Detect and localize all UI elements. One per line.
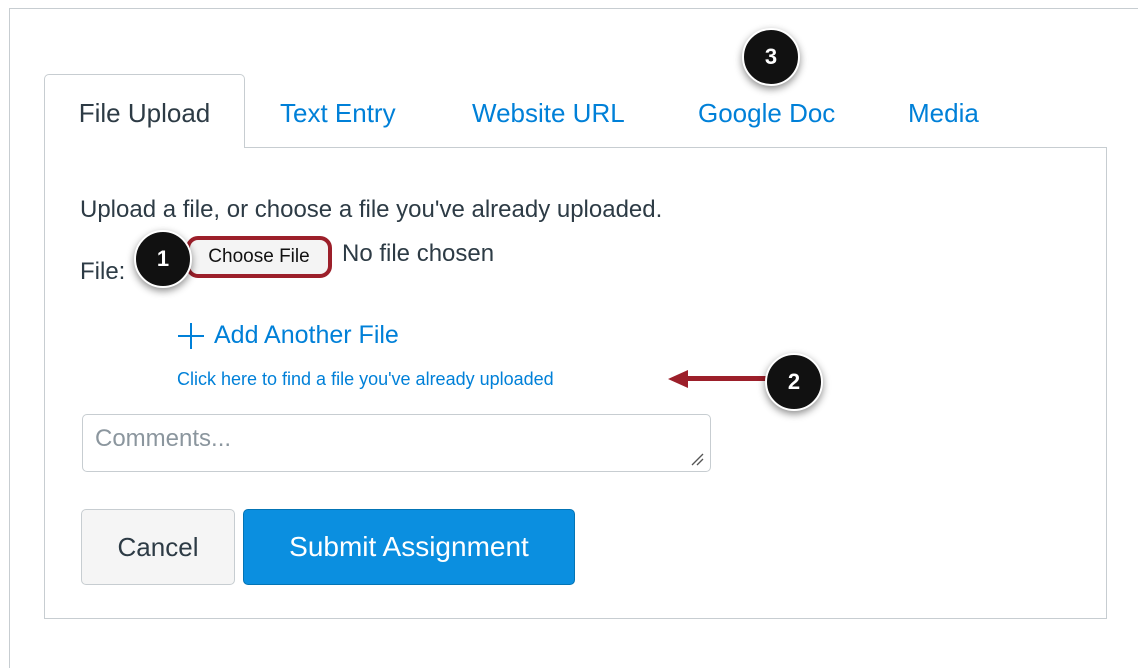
resize-handle-icon[interactable] xyxy=(690,452,704,466)
callout-badge-2: 2 xyxy=(765,353,823,411)
tab-file-upload[interactable]: File Upload xyxy=(44,74,245,148)
tab-media[interactable]: Media xyxy=(908,78,979,148)
plus-icon xyxy=(178,322,204,349)
callout-badge-3: 3 xyxy=(742,28,800,86)
tab-text-entry[interactable]: Text Entry xyxy=(280,78,396,148)
callout-badge-1: 1 xyxy=(134,230,192,288)
comments-field[interactable] xyxy=(82,414,711,472)
tab-website-url[interactable]: Website URL xyxy=(472,78,625,148)
callout-arrow-icon xyxy=(668,370,768,388)
upload-instructions: Upload a file, or choose a file you've a… xyxy=(80,196,663,223)
choose-file-button[interactable]: Choose File xyxy=(186,236,332,278)
no-file-chosen-text: No file chosen xyxy=(342,240,495,267)
submit-assignment-button[interactable]: Submit Assignment xyxy=(243,509,575,585)
tab-google-doc[interactable]: Google Doc xyxy=(698,78,835,148)
add-another-file-link[interactable]: Add Another File xyxy=(178,321,399,350)
file-label: File: xyxy=(80,258,126,285)
find-uploaded-file-link[interactable]: Click here to find a file you've already… xyxy=(177,369,554,390)
cancel-button[interactable]: Cancel xyxy=(81,509,235,585)
add-another-file-label: Add Another File xyxy=(214,321,399,349)
